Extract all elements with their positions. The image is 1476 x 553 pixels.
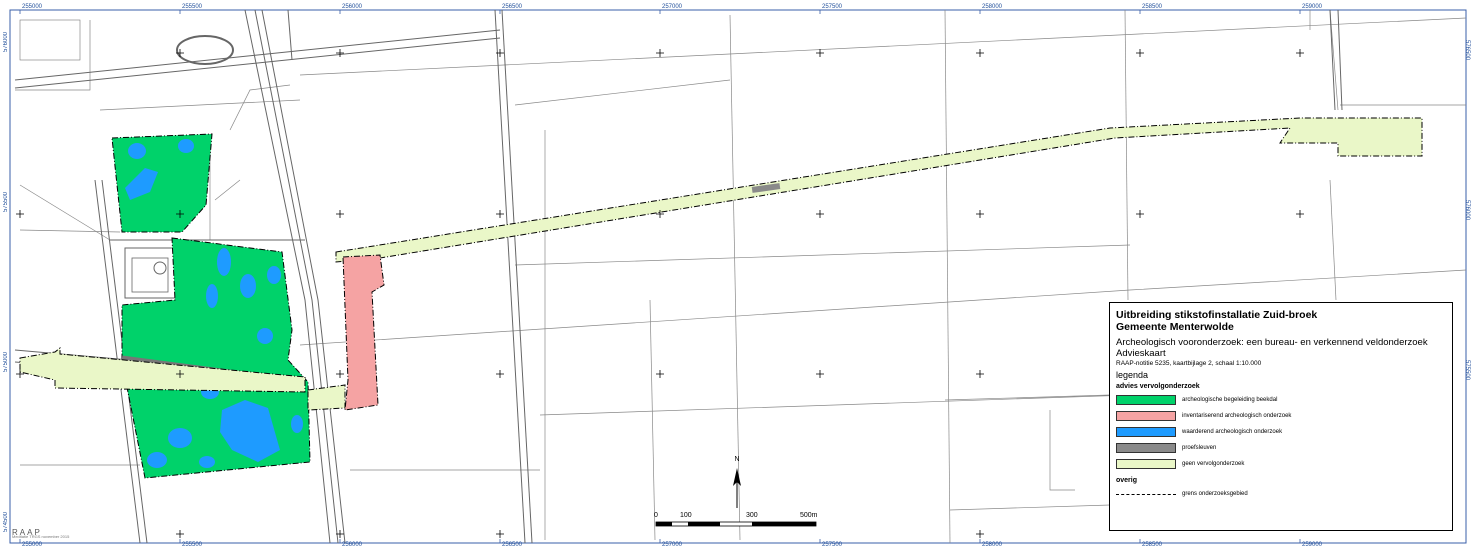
coord-right-0: 576500 (1464, 40, 1470, 61)
legend-label: inventariserend archeologisch onderzoek (1182, 413, 1292, 419)
legend-swatch-grens (1116, 489, 1176, 499)
legend-item: grens onderzoeksgebied (1116, 486, 1446, 502)
legend-municipality: Gemeente Menterwolde (1116, 321, 1234, 333)
coord-left-2: 575000 (3, 352, 9, 373)
coord-bottom-7: 258500 (1142, 542, 1163, 548)
coord-bottom-2: 256000 (342, 542, 363, 548)
coord-bottom-6: 258000 (982, 542, 1003, 548)
legend-label: geen vervolgonderzoek (1182, 461, 1245, 467)
legend-heading: legenda (1116, 370, 1149, 380)
coord-bottom-5: 257500 (822, 542, 843, 548)
coord-left-1: 575500 (3, 192, 9, 213)
coord-top-6: 258000 (982, 4, 1003, 10)
legend-label: proefsleuven (1182, 445, 1217, 451)
legend-item: waarderend archeologisch onderzoek (1116, 424, 1446, 440)
north-arrow: N (728, 456, 746, 510)
coord-right-1: 576000 (1464, 200, 1470, 221)
coord-top-4: 257000 (662, 4, 683, 10)
coord-top-8: 259000 (1302, 4, 1323, 10)
legend-swatch-begeleiding (1116, 395, 1176, 405)
legend-subtitle: Archeologisch vooronderzoek: een bureau-… (1116, 337, 1428, 348)
map-canvas: 255000 255500 256000 256500 257000 25750… (0, 0, 1476, 553)
legend-item: archeologische begeleiding beekdal (1116, 392, 1446, 408)
legend-label: grens onderzoeksgebied (1182, 491, 1248, 497)
legend-reference: RAAP-notitie 5235, kaartbijlage 2, schaa… (1116, 360, 1262, 367)
legend-swatch-waarderend (1116, 427, 1176, 437)
legend-swatch-inventariserend (1116, 411, 1176, 421)
north-arrow-icon (733, 468, 741, 508)
coord-top-5: 257500 (822, 4, 843, 10)
coord-top-3: 256500 (502, 4, 523, 10)
coord-bottom-4: 257000 (662, 542, 683, 548)
coord-top-7: 258500 (1142, 4, 1163, 10)
legend-box: Uitbreiding stikstofinstallatie Zuid-bro… (1109, 302, 1453, 531)
coord-left-3: 574500 (3, 512, 9, 533)
coord-bottom-1: 255500 (182, 542, 203, 548)
coord-bottom-3: 256500 (502, 542, 523, 548)
map-credit: Meditatie TRGS november 2015 (12, 534, 70, 539)
coord-left-0: 576000 (3, 32, 9, 53)
legend-section-overig: overig (1116, 477, 1138, 484)
legend-swatch-geen-vervolg (1116, 459, 1176, 469)
legend-map-type: Advieskaart (1116, 348, 1166, 359)
coord-bottom-0: 255000 (22, 542, 43, 548)
legend-item: inventariserend archeologisch onderzoek (1116, 408, 1446, 424)
scale-bar: 0 100 300 500m (650, 512, 822, 534)
coord-top-1: 255500 (182, 4, 203, 10)
legend-label: waarderend archeologisch onderzoek (1182, 429, 1283, 435)
legend-title: Uitbreiding stikstofinstallatie Zuid-bro… (1116, 309, 1318, 321)
legend-item: geen vervolgonderzoek (1116, 456, 1446, 472)
coord-right-2: 575500 (1464, 360, 1470, 381)
coord-bottom-8: 259000 (1302, 542, 1323, 548)
legend-swatch-proefsleuven (1116, 443, 1176, 453)
coord-top-2: 256000 (342, 4, 363, 10)
legend-label: archeologische begeleiding beekdal (1182, 397, 1278, 403)
legend-section-advies: advies vervolgonderzoek (1116, 383, 1200, 390)
coord-top-0: 255000 (22, 4, 43, 10)
legend-item: proefsleuven (1116, 440, 1446, 456)
